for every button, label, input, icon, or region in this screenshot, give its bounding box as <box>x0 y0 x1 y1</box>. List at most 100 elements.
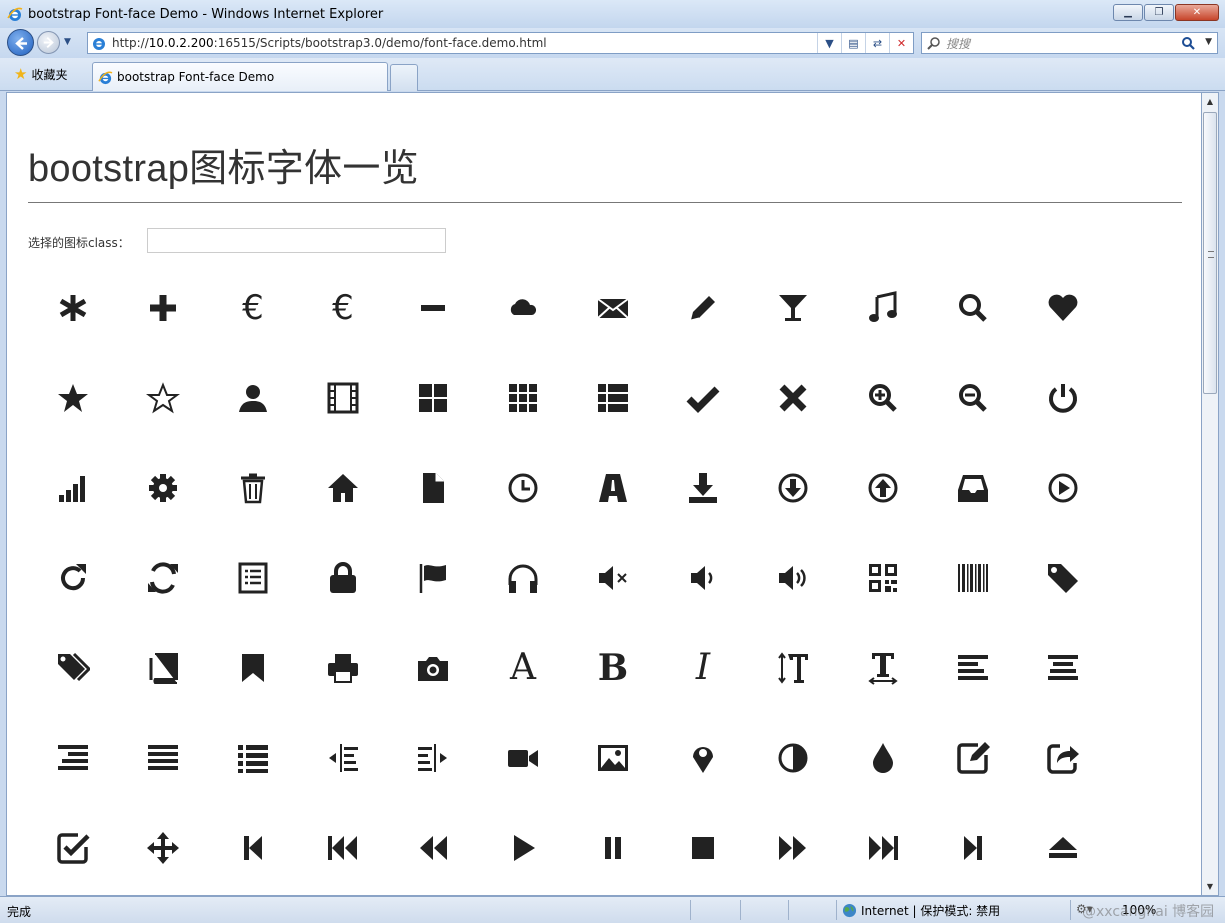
icon-cell-share[interactable] <box>1018 713 1108 803</box>
icon-cell-adjust[interactable] <box>748 713 838 803</box>
icon-cell-film[interactable] <box>298 353 388 443</box>
icon-cell-th-large[interactable] <box>388 353 478 443</box>
icon-cell-facetime-video[interactable] <box>478 713 568 803</box>
forward-button[interactable] <box>37 31 60 54</box>
icon-cell-star[interactable] <box>28 353 118 443</box>
icon-cell-zoom-in[interactable] <box>838 353 928 443</box>
icon-cell-align-center[interactable] <box>1018 623 1108 713</box>
icon-cell-th-list[interactable] <box>568 353 658 443</box>
icon-cell-bold[interactable]: B <box>568 623 658 713</box>
compatibility-view-button[interactable]: ▤ <box>841 33 865 53</box>
icon-cell-volume-up[interactable] <box>748 533 838 623</box>
security-zone[interactable]: Internet | 保护模式: 禁用 <box>842 902 1000 919</box>
maximize-button[interactable]: ❐ <box>1144 4 1174 21</box>
icon-cell-step-forward[interactable] <box>928 803 1018 893</box>
icon-cell-envelope[interactable] <box>568 263 658 353</box>
icon-cell-book[interactable] <box>118 623 208 713</box>
favorites-button[interactable]: ★ 收藏夹 <box>14 66 67 83</box>
icon-cell-trash[interactable] <box>208 443 298 533</box>
icon-cell-upload[interactable] <box>838 443 928 533</box>
icon-cell-play[interactable] <box>478 803 568 893</box>
icon-cell-list[interactable] <box>208 713 298 803</box>
icon-cell-lock[interactable] <box>298 533 388 623</box>
icon-cell-step-backward[interactable] <box>208 803 298 893</box>
icon-cell-pause[interactable] <box>568 803 658 893</box>
stop-button[interactable]: ✕ <box>889 33 913 53</box>
refresh-button[interactable]: ⇄ <box>865 33 889 53</box>
icon-cell-edit[interactable] <box>928 713 1018 803</box>
icon-cell-plus[interactable] <box>118 263 208 353</box>
new-tab-button[interactable] <box>390 64 418 91</box>
icon-cell-user[interactable] <box>208 353 298 443</box>
icon-cell-tag[interactable] <box>1018 533 1108 623</box>
scrollbar-thumb[interactable] <box>1203 112 1217 394</box>
icon-cell-off[interactable] <box>1018 353 1108 443</box>
icon-cell-home[interactable] <box>298 443 388 533</box>
icon-cell-list-alt[interactable] <box>208 533 298 623</box>
search-options-dropdown[interactable]: ▼ <box>1205 37 1212 47</box>
icon-cell-search[interactable] <box>928 263 1018 353</box>
selected-class-input[interactable] <box>147 228 446 253</box>
icon-cell-th[interactable] <box>478 353 568 443</box>
icon-cell-move[interactable] <box>118 803 208 893</box>
scroll-down-icon[interactable]: ▼ <box>1202 878 1218 895</box>
icon-cell-glass[interactable] <box>748 263 838 353</box>
icon-cell-inbox[interactable] <box>928 443 1018 533</box>
icon-cell-euro[interactable]: € <box>208 263 298 353</box>
icon-cell-tint[interactable] <box>838 713 928 803</box>
icon-cell-repeat[interactable] <box>28 533 118 623</box>
url-text[interactable]: http://10.0.2.200:16515/Scripts/bootstra… <box>112 36 547 50</box>
close-button[interactable]: ✕ <box>1175 4 1219 21</box>
icon-cell-print[interactable] <box>298 623 388 713</box>
icon-cell-volume-off[interactable] <box>568 533 658 623</box>
icon-cell-euro[interactable]: € <box>298 263 388 353</box>
url-dropdown-button[interactable]: ▼ <box>817 33 841 53</box>
icon-cell-font[interactable]: A <box>478 623 568 713</box>
icon-cell-asterisk[interactable] <box>28 263 118 353</box>
tab-active[interactable]: bootstrap Font-face Demo <box>92 62 388 91</box>
icon-cell-cog[interactable] <box>118 443 208 533</box>
icon-cell-refresh[interactable] <box>118 533 208 623</box>
back-button[interactable] <box>7 29 34 56</box>
icon-cell-time[interactable] <box>478 443 568 533</box>
search-icon[interactable] <box>1181 36 1195 50</box>
icon-cell-minus[interactable] <box>388 263 478 353</box>
icon-cell-heart[interactable] <box>1018 263 1108 353</box>
address-bar[interactable]: http://10.0.2.200:16515/Scripts/bootstra… <box>87 32 914 54</box>
icon-cell-flag[interactable] <box>388 533 478 623</box>
icon-cell-volume-down[interactable] <box>658 533 748 623</box>
search-box[interactable]: 搜搜 ▼ <box>921 32 1218 54</box>
icon-cell-cloud[interactable] <box>478 263 568 353</box>
icon-cell-road[interactable] <box>568 443 658 533</box>
icon-cell-star-empty[interactable] <box>118 353 208 443</box>
icon-cell-signal[interactable] <box>28 443 118 533</box>
icon-cell-text-width[interactable] <box>838 623 928 713</box>
icon-cell-check[interactable] <box>28 803 118 893</box>
icon-cell-remove[interactable] <box>748 353 838 443</box>
icon-cell-fast-backward[interactable] <box>298 803 388 893</box>
icon-cell-download-alt[interactable] <box>658 443 748 533</box>
icon-cell-qrcode[interactable] <box>838 533 928 623</box>
icon-cell-backward[interactable] <box>388 803 478 893</box>
icon-cell-barcode[interactable] <box>928 533 1018 623</box>
icon-cell-pencil[interactable] <box>658 263 748 353</box>
icon-cell-fast-forward[interactable] <box>838 803 928 893</box>
icon-cell-italic[interactable]: I <box>658 623 748 713</box>
icon-cell-ok[interactable] <box>658 353 748 443</box>
icon-cell-indent-left[interactable] <box>298 713 388 803</box>
icon-cell-map-marker[interactable] <box>658 713 748 803</box>
icon-cell-text-height[interactable] <box>748 623 838 713</box>
icon-cell-camera[interactable] <box>388 623 478 713</box>
vertical-scrollbar[interactable]: ▲ ▼ <box>1202 92 1219 896</box>
icon-cell-headphones[interactable] <box>478 533 568 623</box>
icon-cell-indent-right[interactable] <box>388 713 478 803</box>
icon-cell-align-justify[interactable] <box>118 713 208 803</box>
icon-cell-picture[interactable] <box>568 713 658 803</box>
icon-cell-align-left[interactable] <box>928 623 1018 713</box>
icon-cell-play-circle[interactable] <box>1018 443 1108 533</box>
icon-cell-zoom-out[interactable] <box>928 353 1018 443</box>
icon-cell-music[interactable] <box>838 263 928 353</box>
icon-cell-download[interactable] <box>748 443 838 533</box>
icon-cell-forward[interactable] <box>748 803 838 893</box>
icon-cell-stop[interactable] <box>658 803 748 893</box>
